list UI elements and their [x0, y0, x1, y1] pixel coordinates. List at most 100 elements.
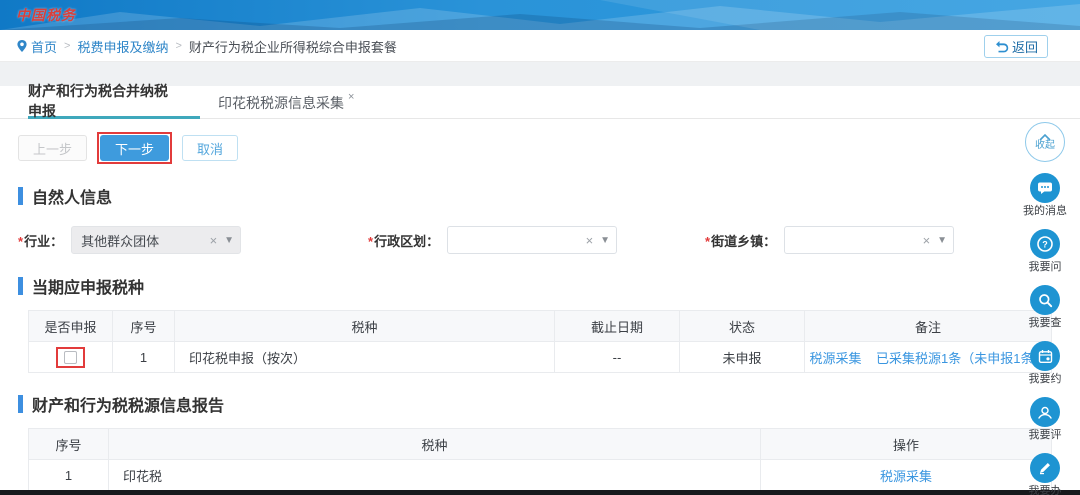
col-declare: 是否申报 — [29, 311, 113, 342]
return-button-label: 返回 — [1012, 37, 1038, 56]
action-cell: 税源采集 — [761, 460, 1052, 491]
chevron-down-icon[interactable]: ▼ — [224, 235, 234, 246]
col-tax: 税种 — [109, 429, 761, 460]
tab-stamp-tax-source[interactable]: 印花税税源信息采集 × — [218, 86, 354, 119]
col-remark: 备注 — [805, 311, 1052, 342]
tab-close-icon[interactable]: × — [348, 91, 354, 103]
china-tax-logo: 中国税务 — [16, 5, 76, 25]
declare-checkbox[interactable] — [64, 351, 77, 364]
breadcrumb-bar: 首页 > 税费申报及缴纳 > 财产行为税企业所得税综合申报套餐 返回 — [0, 30, 1080, 62]
section-accent-bar — [18, 277, 23, 295]
appointment-label: 我要约 — [1029, 372, 1062, 386]
table-header-row: 序号 税种 操作 — [29, 429, 1052, 460]
breadcrumb-separator: > — [175, 40, 181, 52]
current-taxes-table: 是否申报 序号 税种 截止日期 状态 备注 1 印花税申报（按次） -- 未申报… — [28, 310, 1052, 373]
message-icon — [1037, 181, 1053, 195]
award-icon — [1037, 405, 1053, 420]
collapse-label: 收起 — [1035, 141, 1055, 151]
question-icon: ? — [1037, 236, 1053, 252]
window-bottom-edge — [0, 490, 1080, 495]
industry-label: *行业： — [18, 231, 63, 250]
query-button[interactable] — [1030, 285, 1060, 315]
next-step-button[interactable]: 下一步 — [100, 135, 169, 161]
collapse-button[interactable]: 收起 — [1025, 122, 1065, 162]
clear-icon[interactable]: × — [586, 233, 594, 248]
tax-name-cell: 印花税 — [109, 460, 761, 491]
my-messages-label: 我的消息 — [1023, 204, 1067, 218]
seq-cell: 1 — [113, 342, 175, 373]
tax-source-collect-link[interactable]: 税源采集 — [880, 469, 932, 484]
ask-label: 我要问 — [1029, 260, 1062, 274]
chevron-down-icon[interactable]: ▼ — [937, 235, 947, 246]
table-header-row: 是否申报 序号 税种 截止日期 状态 备注 — [29, 311, 1052, 342]
remark-cell: 税源采集 已采集税源1条（未申报1条） — [805, 342, 1052, 373]
svg-text:?: ? — [1042, 240, 1048, 250]
evaluate-button[interactable] — [1030, 397, 1060, 427]
industry-select[interactable]: 其他群众团体 × ▼ — [71, 226, 241, 254]
clear-icon[interactable]: × — [210, 233, 218, 248]
township-select[interactable]: × ▼ — [784, 226, 954, 254]
tab-consolidated-declaration[interactable]: 财产和行为税合并纳税申报 — [28, 86, 200, 119]
industry-value: 其他群众团体 — [81, 231, 210, 250]
handle-label: 我要办 — [1029, 484, 1062, 495]
chevron-down-icon[interactable]: ▼ — [600, 235, 610, 246]
mountain-artwork — [0, 0, 1080, 30]
col-seq: 序号 — [29, 429, 109, 460]
required-mark: * — [368, 234, 373, 249]
region-select[interactable]: × ▼ — [447, 226, 617, 254]
main-content: 财产和行为税合并纳税申报 印花税税源信息采集 × 上一步 下一步 取消 自然人信… — [0, 86, 1080, 490]
source-report-table: 序号 税种 操作 1 印花税 税源采集 — [28, 428, 1052, 491]
status-cell: 未申报 — [680, 342, 805, 373]
breadcrumb-separator: > — [64, 40, 70, 52]
cancel-button[interactable]: 取消 — [182, 135, 238, 161]
tax-name-cell: 印花税申报（按次） — [175, 342, 555, 373]
declare-cell — [29, 342, 113, 373]
previous-step-button[interactable]: 上一步 — [18, 135, 87, 161]
search-icon — [1038, 293, 1053, 308]
annotation-box-checkbox — [56, 347, 85, 368]
ask-button[interactable]: ? — [1030, 229, 1060, 259]
seq-cell: 1 — [29, 460, 109, 491]
clear-icon[interactable]: × — [923, 233, 931, 248]
breadcrumb-current: 财产行为税企业所得税综合申报套餐 — [189, 37, 397, 56]
table-row: 1 印花税 税源采集 — [29, 460, 1052, 491]
section-source-report-header: 财产和行为税税源信息报告 — [18, 392, 224, 416]
col-tax: 税种 — [175, 311, 555, 342]
breadcrumb-home[interactable]: 首页 — [16, 37, 57, 56]
section-current-taxes-header: 当期应申报税种 — [18, 274, 144, 298]
my-messages-button[interactable] — [1030, 173, 1060, 203]
col-status: 状态 — [680, 311, 805, 342]
col-action: 操作 — [761, 429, 1052, 460]
required-mark: * — [18, 234, 23, 249]
section-person-info-header: 自然人信息 — [18, 184, 112, 208]
tax-portal-page: 中国税务 首页 > 税费申报及缴纳 > 财产行为税企业所得税综合申报套餐 返回 — [0, 0, 1080, 495]
handle-button[interactable] — [1030, 453, 1060, 483]
township-field-group: *街道乡镇： × ▼ — [705, 226, 954, 254]
table-row: 1 印花税申报（按次） -- 未申报 税源采集 已采集税源1条（未申报1条） — [29, 342, 1052, 373]
township-label: *街道乡镇： — [705, 231, 776, 250]
calendar-icon — [1038, 349, 1053, 364]
section-accent-bar — [18, 395, 23, 413]
back-arrow-icon — [994, 40, 1009, 53]
col-seq: 序号 — [113, 311, 175, 342]
tax-source-collect-link[interactable]: 税源采集 — [810, 351, 862, 366]
location-pin-icon — [16, 39, 28, 53]
appointment-button[interactable] — [1030, 341, 1060, 371]
quick-action-sidebar: 收起 我的消息 ? 我要问 我要查 — [1016, 122, 1074, 495]
breadcrumb: 首页 > 税费申报及缴纳 > 财产行为税企业所得税综合申报套餐 — [16, 30, 397, 62]
query-label: 我要查 — [1029, 316, 1062, 330]
deadline-cell: -- — [555, 342, 680, 373]
breadcrumb-home-label: 首页 — [31, 37, 57, 56]
return-button[interactable]: 返回 — [984, 35, 1048, 58]
step-toolbar: 上一步 下一步 取消 — [18, 132, 238, 164]
required-mark: * — [705, 234, 710, 249]
section-source-report-title: 财产和行为税税源信息报告 — [32, 392, 224, 416]
region-field-group: *行政区划： × ▼ — [368, 226, 617, 254]
top-banner: 中国税务 — [0, 0, 1080, 30]
annotation-box-next: 下一步 — [97, 132, 172, 164]
pencil-icon — [1038, 461, 1052, 475]
industry-field-group: *行业： 其他群众团体 × ▼ — [18, 226, 241, 254]
breadcrumb-level2[interactable]: 税费申报及缴纳 — [77, 37, 168, 56]
tab-stamp-tax-source-label: 印花税税源信息采集 — [218, 93, 344, 113]
tab-strip: 财产和行为税合并纳税申报 印花税税源信息采集 × — [0, 86, 1080, 119]
